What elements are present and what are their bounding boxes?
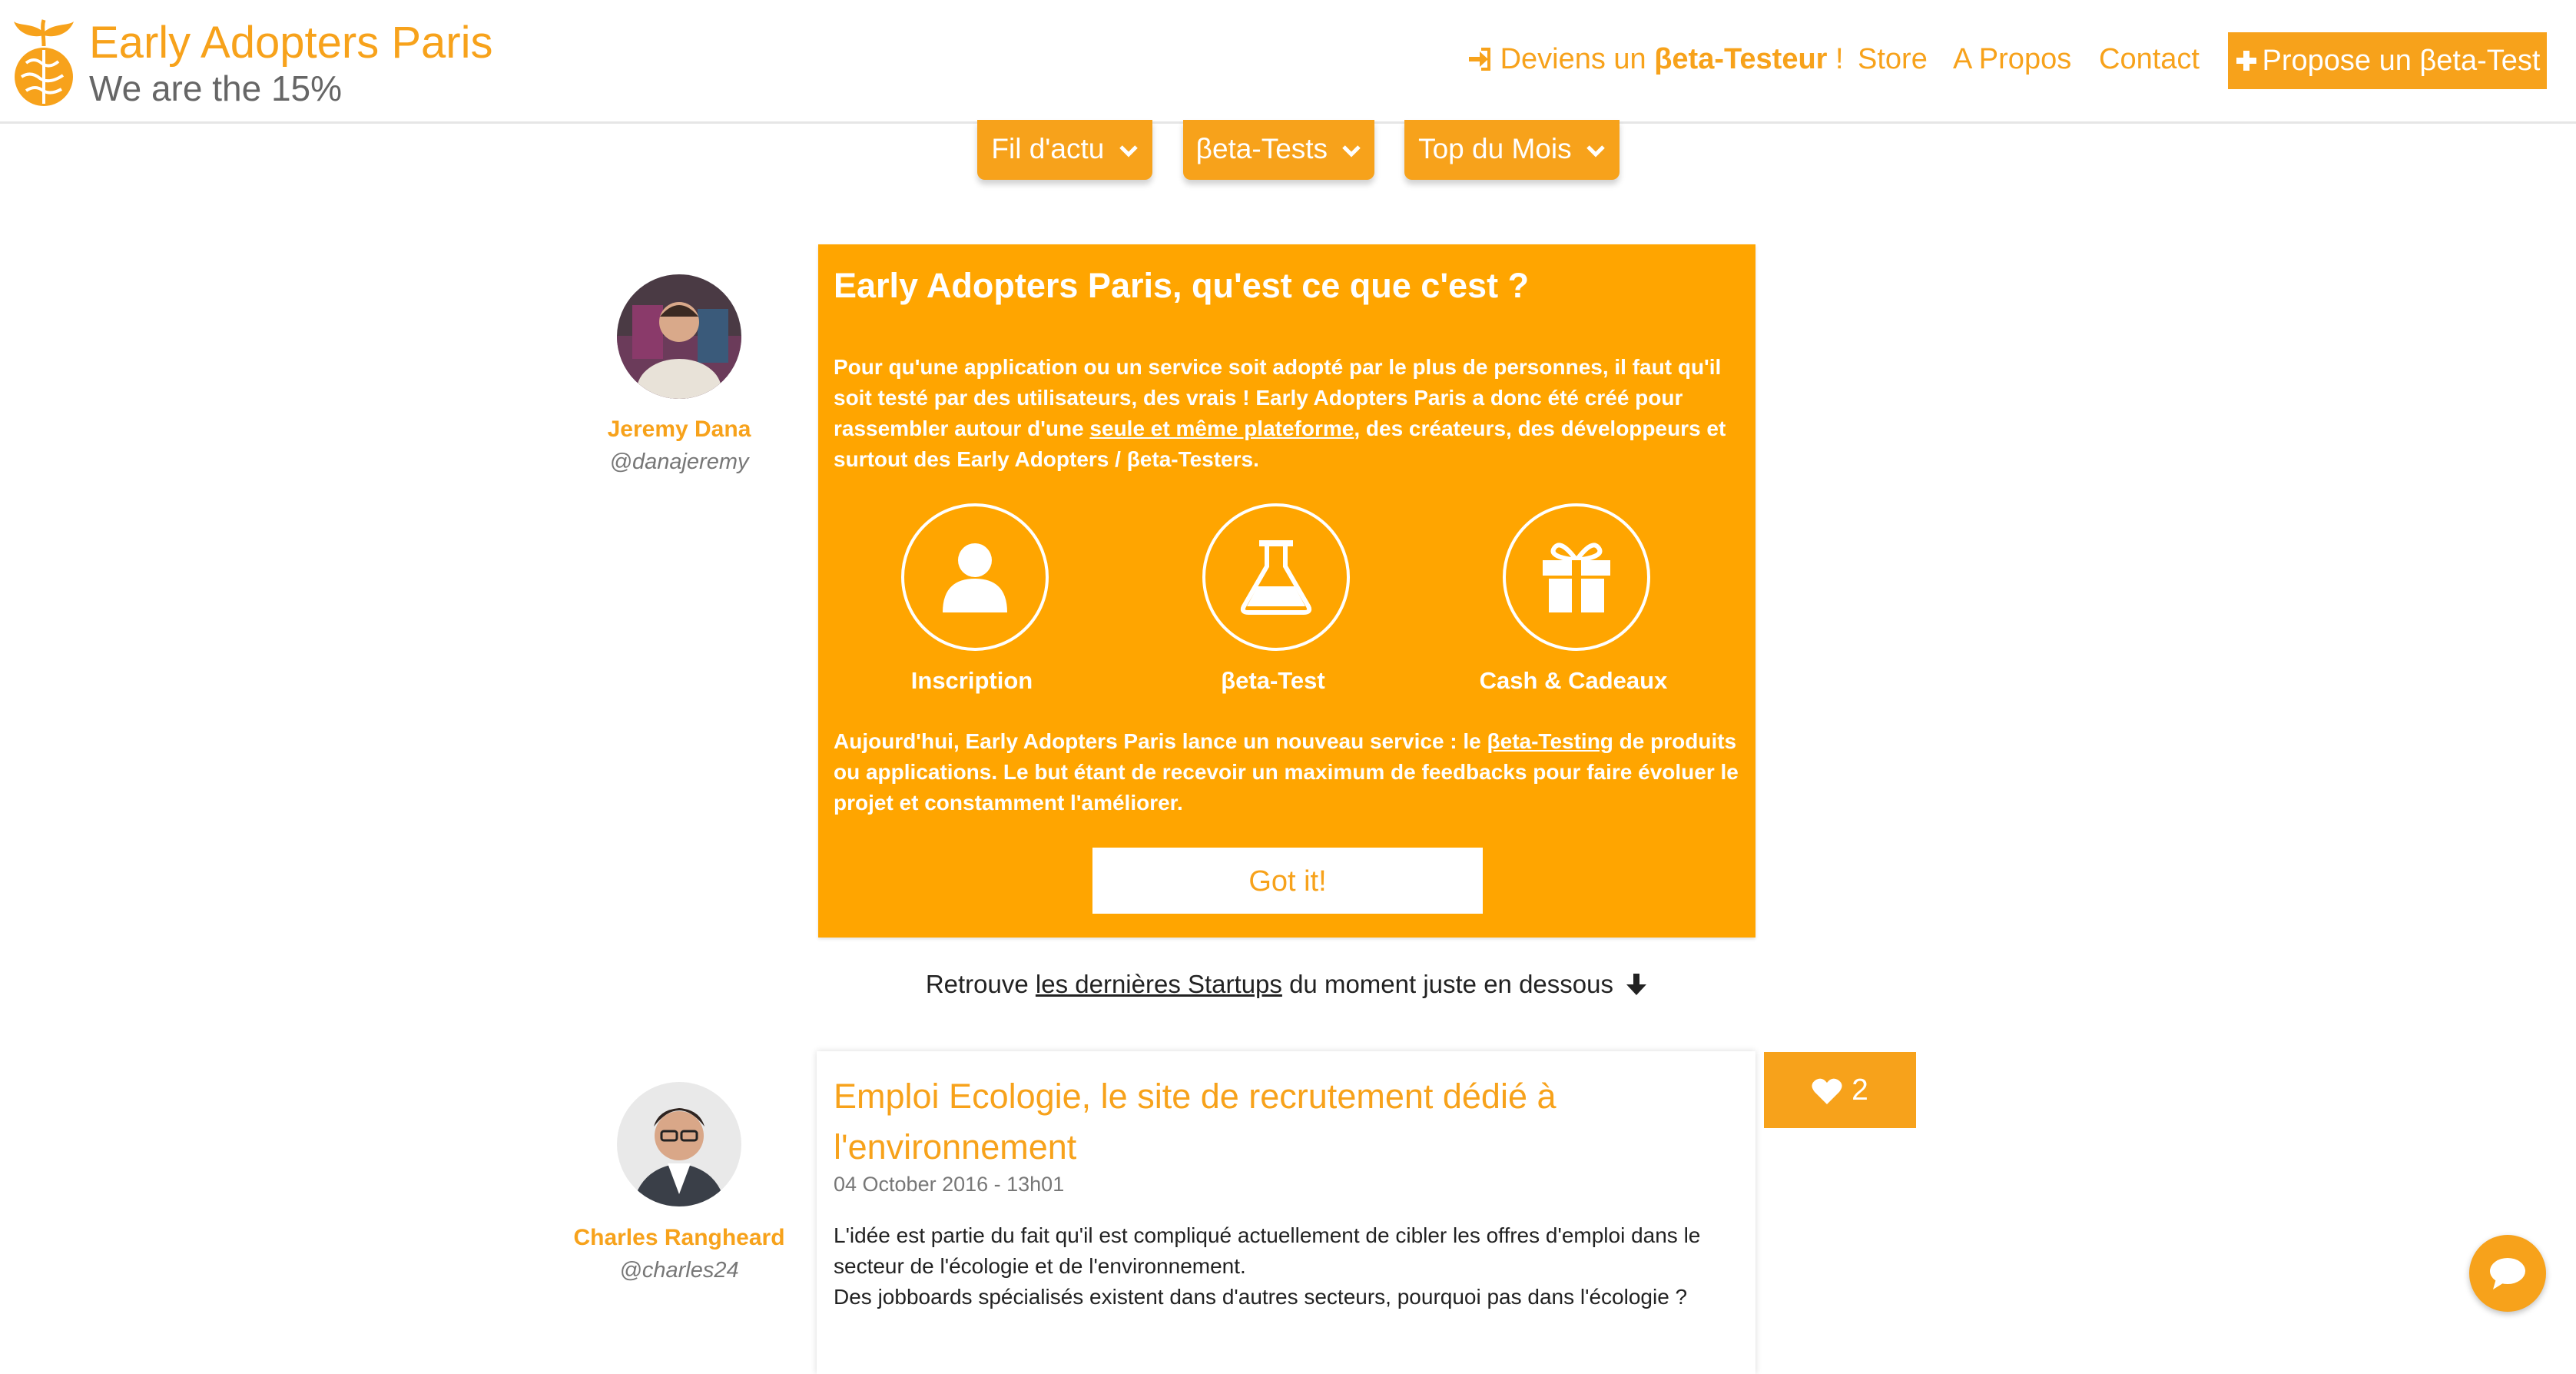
tab-fil-actu-label: Fil d'actu [991, 133, 1105, 164]
step-beta-test [1202, 503, 1350, 651]
nav-apropos-link[interactable]: A Propos [1953, 43, 2071, 76]
latest-startups-link[interactable]: les dernières Startups [1036, 970, 1282, 998]
nav-beta-prefix: Deviens un [1500, 43, 1655, 75]
tab-top-du-mois[interactable]: Top du Mois [1404, 120, 1620, 180]
post-author-name[interactable]: Charles Rangheard [564, 1225, 794, 1251]
step-beta-test-label: βeta-Test [1221, 667, 1325, 694]
heart-icon [1812, 1078, 1842, 1104]
step-cash-cadeaux-label: Cash & Cadeaux [1479, 667, 1668, 694]
intro-paragraph-2: Aujourd'hui, Early Adopters Paris lance … [834, 726, 1740, 818]
retrouve-prefix: Retrouve [925, 970, 1036, 998]
intro-title: Early Adopters Paris, qu'est ce que c'es… [834, 266, 1530, 305]
chat-widget-button[interactable] [2469, 1235, 2546, 1312]
like-button[interactable]: 2 [1764, 1052, 1916, 1128]
avatar[interactable] [617, 1082, 741, 1206]
flask-icon [1240, 540, 1312, 615]
gift-icon [1543, 543, 1610, 612]
retrouve-suffix: du moment juste en dessous [1281, 970, 1613, 998]
chevron-down-icon [1342, 145, 1361, 158]
brand-title[interactable]: Early Adopters Paris [89, 17, 492, 68]
intro-card: Early Adopters Paris, qu'est ce que c'es… [818, 244, 1755, 938]
brain-plant-logo-icon[interactable] [11, 15, 77, 108]
sign-in-icon [1469, 48, 1490, 71]
post-title-link[interactable]: Emploi Ecologie, le site de recrutement … [834, 1071, 1679, 1173]
got-it-button[interactable]: Got it! [1092, 848, 1483, 914]
nav-contact-link[interactable]: Contact [2099, 43, 2200, 76]
nav-beta-suffix: ! [1827, 43, 1844, 75]
post-body-line-1: L'idée est partie du fait qu'il est comp… [834, 1223, 1701, 1278]
plus-icon [2236, 51, 2256, 71]
post-card[interactable]: Emploi Ecologie, le site de recrutement … [817, 1051, 1755, 1374]
intro-paragraph-1: Pour qu'une application ou un service so… [834, 352, 1740, 475]
step-inscription-label: Inscription [910, 667, 1033, 694]
post-body-line-2: Des jobboards spécialisés existent dans … [834, 1285, 1688, 1309]
latest-startups-line: Retrouve les dernières Startups du momen… [818, 970, 1755, 999]
post-body: L'idée est partie du fait qu'il est comp… [834, 1220, 1740, 1313]
avatar[interactable] [617, 274, 741, 399]
tab-beta-tests-label: βeta-Tests [1195, 133, 1328, 164]
author-handle: @danajeremy [609, 450, 749, 474]
author-name[interactable]: Jeremy Dana [564, 417, 794, 443]
nav-beta-bold: βeta-Testeur [1654, 43, 1828, 75]
tab-fil-actu[interactable]: Fil d'actu [977, 120, 1152, 180]
propose-label: Propose un βeta-Test [2262, 45, 2541, 77]
propose-beta-test-button[interactable]: Propose un βeta-Test [2228, 32, 2547, 89]
chevron-down-icon [1586, 145, 1605, 158]
nav-beta-testeur-link[interactable]: Deviens un βeta-Testeur ! [1467, 43, 1844, 76]
chevron-down-icon [1119, 145, 1138, 158]
post-date: 04 October 2016 - 13h01 [834, 1173, 1065, 1196]
beta-testing-link[interactable]: βeta-Testing [1487, 729, 1613, 753]
step-inscription [901, 503, 1049, 651]
tab-top-du-mois-label: Top du Mois [1418, 133, 1572, 164]
intro-p2-text-a: Aujourd'hui, Early Adopters Paris lance … [834, 729, 1487, 753]
chat-bubble-icon [2490, 1258, 2525, 1289]
step-cash-cadeaux [1503, 503, 1650, 651]
user-icon [943, 543, 1007, 612]
site-header: Early Adopters Paris We are the 15% Devi… [0, 0, 2576, 124]
plateforme-link[interactable]: seule et même plateforme [1089, 417, 1354, 440]
like-count: 2 [1852, 1074, 1868, 1107]
tab-beta-tests[interactable]: βeta-Tests [1183, 120, 1374, 180]
post-author-handle: @charles24 [619, 1258, 739, 1283]
arrow-down-icon [1626, 974, 1647, 995]
brand-subtitle: We are the 15% [89, 68, 343, 108]
nav-store-link[interactable]: Store [1858, 43, 1928, 76]
